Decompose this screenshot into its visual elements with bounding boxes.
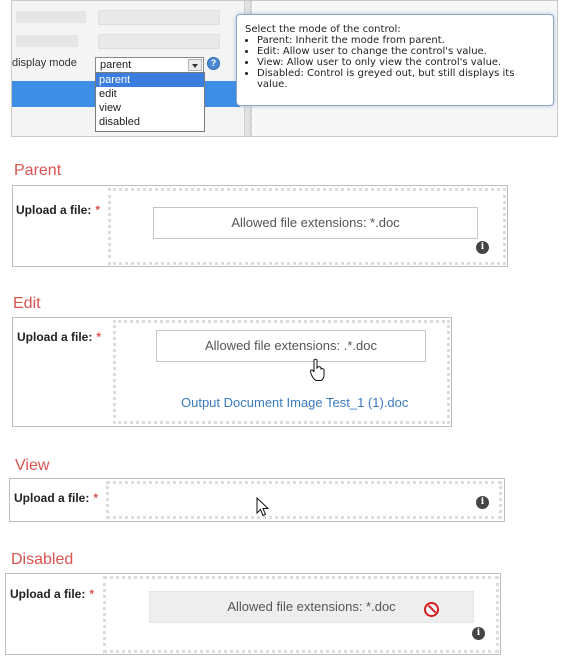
upload-label-text: Upload a file:	[14, 491, 90, 505]
chevron-down-icon[interactable]	[188, 59, 202, 71]
blurred-label	[16, 11, 86, 23]
required-marker: *	[95, 203, 101, 217]
tooltip-item-view: View: Allow user to only view the contro…	[257, 57, 545, 68]
info-icon[interactable]: i	[476, 241, 489, 254]
upload-label-text: Upload a file:	[17, 330, 93, 344]
required-marker: *	[89, 587, 95, 601]
section-title-view: View	[15, 457, 50, 474]
help-icon[interactable]: ?	[207, 57, 220, 70]
upload-label-text: Upload a file:	[10, 587, 86, 601]
blurred-field	[98, 10, 220, 25]
required-marker: *	[96, 330, 102, 344]
tooltip-item-edit: Edit: Allow user to change the control's…	[257, 46, 545, 57]
blurred-label	[16, 35, 78, 47]
display-mode-value: parent	[100, 59, 132, 71]
upload-label: Upload a file: *	[16, 203, 100, 217]
section-title-edit: Edit	[13, 295, 41, 312]
display-mode-label: display mode	[12, 57, 77, 69]
upload-label: Upload a file: *	[10, 587, 94, 601]
section-title-disabled: Disabled	[11, 551, 74, 568]
tooltip-item-parent: Parent: Inherit the mode from parent.	[257, 35, 545, 46]
blurred-field	[98, 34, 220, 49]
upload-field-parent: Upload a file: * Allowed file extensions:…	[12, 185, 508, 267]
required-marker: *	[93, 491, 99, 505]
tooltip-intro: Select the mode of the control:	[245, 24, 401, 35]
upload-label: Upload a file: *	[14, 491, 98, 505]
display-mode-select[interactable]: parent	[95, 57, 204, 73]
display-mode-dropdown[interactable]: parent edit view disabled	[95, 72, 205, 132]
properties-pane: display mode parent ? Mi parent edit vie…	[12, 1, 244, 136]
dropzone	[106, 481, 502, 519]
not-allowed-icon	[424, 602, 439, 617]
option-disabled[interactable]: disabled	[96, 115, 204, 129]
option-parent[interactable]: parent	[96, 73, 204, 87]
help-tooltip: Select the mode of the control: Parent: …	[236, 14, 554, 106]
upload-label-text: Upload a file:	[16, 203, 92, 217]
file-input[interactable]: Allowed file extensions: *.doc	[153, 207, 478, 239]
file-input[interactable]: Allowed file extensions: .*.doc	[156, 330, 426, 362]
upload-field-edit: Upload a file: * Allowed file extensions:…	[12, 317, 452, 427]
arrow-cursor-icon	[256, 497, 269, 517]
hand-cursor-icon	[309, 358, 325, 381]
option-edit[interactable]: edit	[96, 87, 204, 101]
upload-label: Upload a file: *	[17, 330, 101, 344]
upload-field-disabled: Upload a file: * Allowed file extensions:…	[5, 573, 501, 655]
tooltip-item-disabled: Disabled: Control is greyed out, but sti…	[257, 68, 545, 90]
upload-field-view: Upload a file: * i	[9, 478, 505, 522]
info-icon[interactable]: i	[476, 496, 489, 509]
info-icon[interactable]: i	[472, 627, 485, 640]
section-title-parent: Parent	[14, 162, 62, 179]
tooltip-list: Parent: Inherit the mode from parent. Ed…	[257, 35, 545, 90]
option-view[interactable]: view	[96, 101, 204, 115]
uploaded-file-link[interactable]: Output Document Image Test_1 (1).doc	[181, 395, 408, 410]
